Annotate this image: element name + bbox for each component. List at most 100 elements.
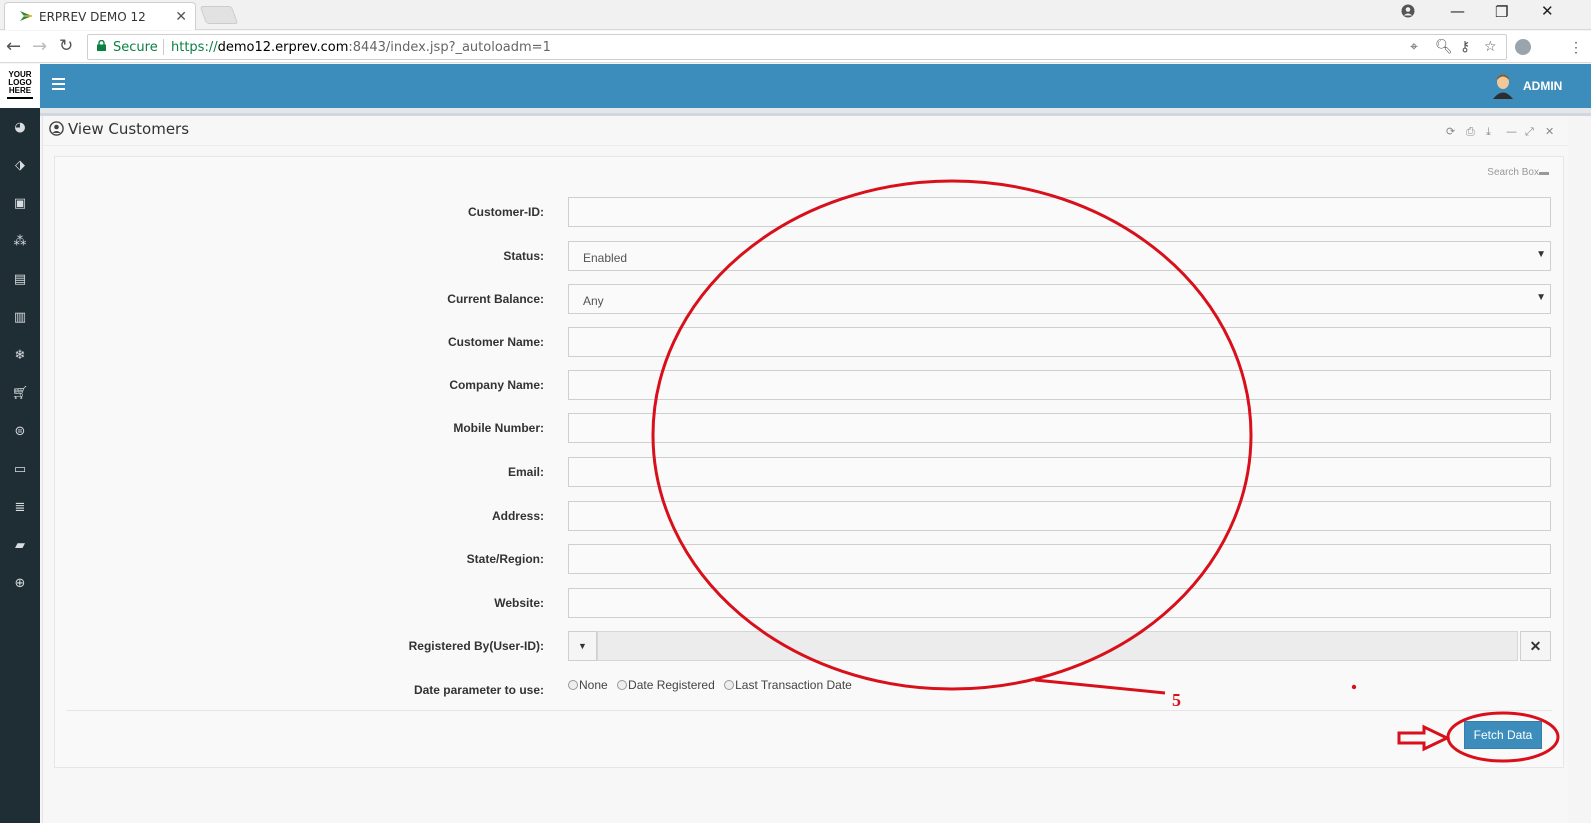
panel-title: View Customers	[68, 120, 190, 138]
customer-name-input[interactable]	[568, 327, 1551, 357]
annotation-number: 5	[1172, 690, 1181, 710]
date-parameter-row: Date parameter to use: None Date Registe…	[55, 677, 1565, 707]
expand-icon[interactable]: ⤢	[1525, 125, 1534, 139]
key-icon[interactable]: ⚷	[1460, 39, 1470, 55]
location-target-icon[interactable]: ⌖	[1410, 39, 1418, 55]
address-bar[interactable]: Secure https://demo12.erprev.com:8443/in…	[87, 34, 1507, 60]
close-panel-icon[interactable]: ✕	[1545, 125, 1554, 138]
state-region-input[interactable]	[568, 544, 1551, 574]
email-input[interactable]	[568, 457, 1551, 487]
search-box-label-text: Search Box	[1487, 167, 1539, 178]
tag-icon[interactable]: ⬗	[0, 158, 40, 173]
reload-icon[interactable]: ↻	[59, 36, 73, 56]
logo-line-3: HERE	[8, 86, 32, 95]
building-icon[interactable]: ▤	[0, 272, 40, 287]
date-parameter-radios: None Date Registered Last Transaction Da…	[568, 678, 858, 692]
mobile-number-input[interactable]	[568, 413, 1551, 443]
lock-icon	[97, 39, 106, 51]
browser-menu-icon[interactable]: ⋮	[1569, 39, 1583, 56]
profile-icon[interactable]	[1401, 4, 1415, 22]
customer-id-input[interactable]	[568, 197, 1551, 227]
logo[interactable]: YOUR LOGO HERE	[0, 64, 40, 108]
erprev-favicon-icon	[19, 9, 33, 23]
radio-date-registered[interactable]: Date Registered	[617, 678, 715, 692]
mobile-number-row: Mobile Number:	[55, 413, 1565, 443]
status-label: Status:	[503, 249, 544, 263]
dashboard-icon[interactable]: ◕	[0, 120, 40, 135]
minimize-icon[interactable]: —	[1450, 2, 1465, 20]
email-row: Email:	[55, 457, 1565, 487]
tab-title: ERPREV DEMO 12	[39, 10, 146, 24]
radio-date-registered-label: Date Registered	[628, 678, 715, 692]
user-circle-icon	[49, 121, 64, 136]
url-scheme: https://	[171, 40, 218, 55]
radio-circle	[724, 680, 735, 690]
browser-tab[interactable]: ERPREV DEMO 12 ✕	[4, 2, 196, 30]
state-region-label: State/Region:	[466, 552, 544, 566]
minimize-panel-icon[interactable]: —	[1506, 125, 1517, 138]
zoom-icon[interactable]: 🔍︎	[1435, 39, 1453, 55]
mobile-number-label: Mobile Number:	[453, 421, 544, 435]
website-row: Website:	[55, 588, 1565, 618]
address-row: Address:	[55, 501, 1565, 531]
fetch-data-button[interactable]: Fetch Data	[1464, 721, 1542, 749]
user-name[interactable]: ADMIN	[1523, 79, 1562, 93]
address-input[interactable]	[568, 501, 1551, 531]
desktop-icon[interactable]: ▭	[0, 462, 40, 477]
tab-close-icon[interactable]: ✕	[175, 8, 187, 25]
registered-by-clear-button[interactable]: ✕	[1520, 631, 1551, 661]
trash-icon[interactable]: ▥	[0, 310, 40, 325]
email-label: Email:	[507, 465, 544, 479]
chevron-down-icon: ▼	[1536, 292, 1546, 303]
current-balance-select[interactable]: Any ▼	[568, 284, 1551, 314]
bookmark-star-icon[interactable]: ☆	[1484, 39, 1497, 55]
website-input[interactable]	[568, 588, 1551, 618]
logo-underline	[7, 97, 33, 99]
company-name-input[interactable]	[568, 370, 1551, 400]
new-tab-button[interactable]	[199, 6, 239, 24]
date-parameter-label: Date parameter to use:	[413, 683, 544, 697]
window-close-icon[interactable]: ✕	[1541, 2, 1554, 20]
extension-icon[interactable]	[1515, 39, 1531, 55]
menu-toggle-icon[interactable]	[52, 78, 65, 93]
snowflake-icon[interactable]: ❄	[0, 348, 40, 363]
support-icon[interactable]: ⊕	[0, 576, 40, 591]
print-icon[interactable]: ⎙	[1466, 125, 1475, 139]
state-region-row: State/Region:	[55, 544, 1565, 574]
registered-by-row: Registered By(User-ID): ▼ ✕	[55, 631, 1565, 661]
status-select[interactable]: Enabled ▼	[568, 241, 1551, 271]
header-divider	[40, 108, 1591, 116]
cart-icon[interactable]: 🛒︎	[0, 386, 40, 401]
money-icon[interactable]: ▣	[0, 196, 40, 211]
user-avatar[interactable]	[1492, 73, 1514, 99]
back-arrow-icon[interactable]: ←	[6, 36, 21, 57]
search-box-label[interactable]: Search Box▬	[1487, 167, 1549, 178]
radio-none[interactable]: None	[568, 678, 608, 692]
browser-tab-strip: ERPREV DEMO 12 ✕ — ❐ ✕	[0, 0, 1591, 30]
refresh-icon[interactable]: ⟳	[1446, 125, 1455, 138]
website-label: Website:	[494, 596, 544, 610]
view-customers-panel: View Customers ⟳ ⎙ ⤓ — ⤢ ✕ Search Box▬ C…	[42, 116, 1569, 823]
url-text: https://demo12.erprev.com:8443/index.jsp…	[171, 40, 551, 55]
address-label: Address:	[491, 509, 544, 523]
cubes-icon[interactable]: ⁂	[0, 234, 40, 249]
radio-last-transaction-date[interactable]: Last Transaction Date	[724, 678, 852, 692]
radio-none-label: None	[579, 678, 608, 692]
download-icon[interactable]: ⤓	[1486, 125, 1491, 139]
book-icon[interactable]: ▰	[0, 538, 40, 553]
radio-circle	[568, 680, 578, 690]
customer-name-label: Customer Name:	[447, 335, 544, 349]
registered-by-label: Registered By(User-ID):	[408, 639, 544, 653]
registered-by-input[interactable]	[597, 631, 1518, 661]
registered-by-dropdown-button[interactable]: ▼	[568, 631, 597, 661]
restore-icon[interactable]: ❐	[1495, 3, 1508, 21]
company-name-row: Company Name:	[55, 370, 1565, 400]
radio-circle	[617, 680, 628, 690]
url-separator	[163, 39, 164, 55]
current-balance-value: Any	[583, 294, 604, 308]
panel-header: View Customers ⟳ ⎙ ⤓ — ⤢ ✕	[43, 116, 1569, 146]
database-icon[interactable]: ≣	[0, 500, 40, 515]
circle-menu-icon[interactable]: ⊜	[0, 424, 40, 439]
customer-id-row: Customer-ID:	[55, 197, 1565, 227]
forward-arrow-icon[interactable]: →	[32, 36, 47, 57]
